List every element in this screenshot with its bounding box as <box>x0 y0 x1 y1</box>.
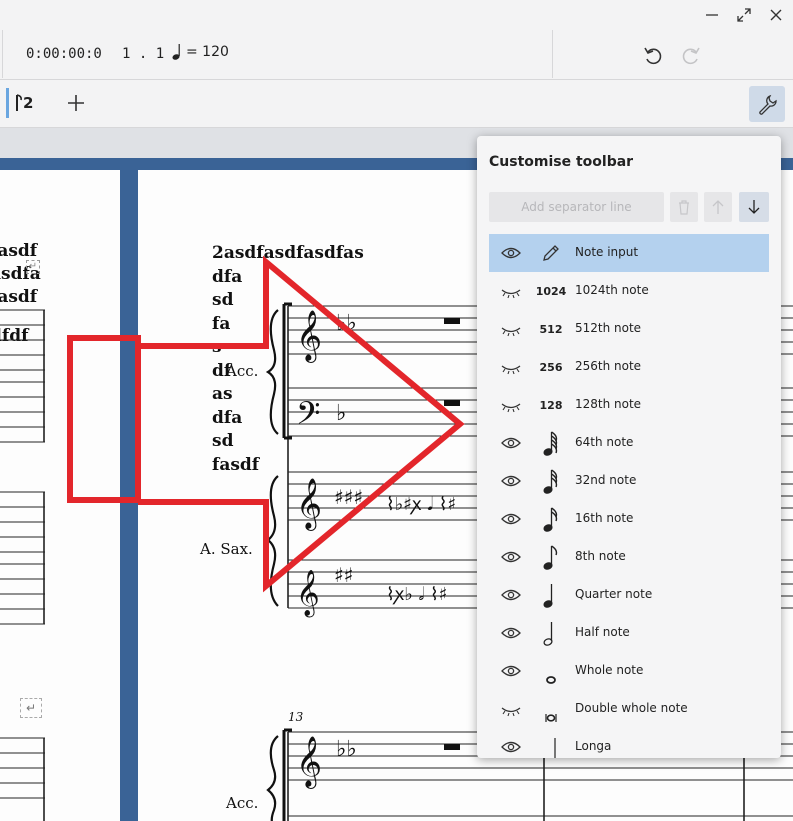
arrow-down-icon <box>748 200 760 214</box>
toolbar-item-row[interactable]: Longa <box>489 728 769 758</box>
note-duration-icon: 512 <box>539 322 563 336</box>
svg-text:♭♭: ♭♭ <box>336 737 357 762</box>
eye-icon[interactable] <box>501 245 521 261</box>
wrench-icon <box>759 94 777 115</box>
title-bar <box>0 0 793 30</box>
toolbar-item-label: 1024th note <box>575 283 649 297</box>
move-up-button[interactable] <box>704 192 732 222</box>
eye-icon[interactable] <box>501 511 521 527</box>
toolbar-item-label: Whole note <box>575 663 644 677</box>
note-duration-icon: 1024 <box>535 284 567 298</box>
popup-title: Customise toolbar <box>489 154 634 170</box>
minimize-icon[interactable] <box>700 4 724 26</box>
trash-icon <box>679 200 689 215</box>
toolbar-item-label: 512th note <box>575 321 642 335</box>
flag-3-icon <box>535 462 567 500</box>
flag-1-icon <box>535 538 567 576</box>
toolbar-item-label: 64th note <box>575 435 634 449</box>
flag-4-icon <box>535 424 567 462</box>
toolbar-item-row[interactable]: Double whole note <box>489 690 769 728</box>
svg-text:𝄞: 𝄞 <box>296 310 322 363</box>
redo-icon[interactable] <box>678 42 704 68</box>
arrow-up-icon <box>712 200 724 214</box>
move-down-button[interactable] <box>739 192 769 222</box>
position-display: 1 . 1 <box>122 46 165 62</box>
add-separator-button[interactable]: Add separator line <box>489 192 664 222</box>
tempo-value: = 120 <box>186 44 229 60</box>
maximize-icon[interactable] <box>732 4 756 26</box>
svg-text:𝄞: 𝄞 <box>296 570 320 618</box>
toolbar-separator <box>2 30 3 78</box>
pencil-icon <box>535 234 567 272</box>
toolbar-separator <box>552 30 553 78</box>
line-break-icon: ↵ <box>20 698 42 718</box>
toolbar-item-row[interactable]: 1024 1024th note <box>489 272 769 310</box>
eye-closed-icon[interactable] <box>501 701 521 717</box>
toolbar-item-label: 32nd note <box>575 473 637 487</box>
toolbar-item-label: 16th note <box>575 511 634 525</box>
delete-button[interactable] <box>670 192 698 222</box>
toolbar-item-list[interactable]: Note input 1024 1024th note 512 512th note 25… <box>489 234 769 758</box>
whole-icon <box>535 652 567 690</box>
eye-closed-icon[interactable] <box>501 283 521 299</box>
toolbar-item-label: Note input <box>575 245 639 259</box>
toolbar-item-row[interactable]: Quarter note <box>489 576 769 614</box>
voice-2-button[interactable]: 2 <box>6 88 40 118</box>
time-display: 0:00:00:0 <box>26 46 102 62</box>
undo-icon[interactable] <box>640 42 666 68</box>
toolbar-item-row[interactable]: Half note <box>489 614 769 652</box>
eye-icon[interactable] <box>501 625 521 641</box>
customise-toolbar-button[interactable] <box>749 86 785 122</box>
add-icon[interactable] <box>62 88 90 118</box>
breve-icon <box>535 690 567 728</box>
note-input-toolbar: 2 <box>0 80 793 128</box>
toolbar-item-row[interactable]: 32nd note <box>489 462 769 500</box>
quarter-icon <box>535 576 567 614</box>
tempo-display[interactable]: = 120 <box>172 42 229 62</box>
toolbar-item-label: 256th note <box>575 359 642 373</box>
customise-toolbar-popup: Customise toolbar Add separator line Not… <box>477 136 781 758</box>
svg-text:𝄞: 𝄞 <box>296 478 322 531</box>
playback-toolbar: 0:00:00:0 1 . 1 = 120 <box>0 30 793 80</box>
half-icon <box>535 614 567 652</box>
toolbar-item-label: Quarter note <box>575 587 653 601</box>
toolbar-item-row[interactable]: Whole note <box>489 652 769 690</box>
longa-icon <box>535 728 567 758</box>
toolbar-item-row[interactable]: 512 512th note <box>489 310 769 348</box>
close-icon[interactable] <box>764 4 788 26</box>
arrow-annotation-left <box>67 335 141 503</box>
toolbar-item-row[interactable]: 64th note <box>489 424 769 462</box>
toolbar-item-label: 128th note <box>575 397 642 411</box>
toolbar-item-row[interactable]: 8th note <box>489 538 769 576</box>
note-duration-icon: 128 <box>539 398 563 412</box>
toolbar-item-row[interactable]: Note input <box>489 234 769 272</box>
toolbar-item-row[interactable]: 128 128th note <box>489 386 769 424</box>
toolbar-item-label: Longa <box>575 739 612 753</box>
svg-text:𝄞: 𝄞 <box>296 736 322 789</box>
svg-text:⌇ꭗ♭ 𝅗𝅥 ⌇♯: ⌇ꭗ♭ 𝅗𝅥 ⌇♯ <box>386 584 448 605</box>
eye-icon[interactable] <box>501 587 521 603</box>
flag-2-icon <box>535 500 567 538</box>
voice-icon <box>16 94 22 111</box>
toolbar-item-label: Half note <box>575 625 630 639</box>
eye-closed-icon[interactable] <box>501 397 521 413</box>
svg-text:𝄢: 𝄢 <box>296 395 320 439</box>
toolbar-item-row[interactable]: 256 256th note <box>489 348 769 386</box>
svg-text:♭: ♭ <box>336 401 346 426</box>
note-duration-icon: 256 <box>539 360 563 374</box>
svg-text:♯♯: ♯♯ <box>334 563 353 587</box>
eye-icon[interactable] <box>501 473 521 489</box>
voice-label: 2 <box>23 94 34 112</box>
toolbar-item-label: Double whole note <box>575 701 688 715</box>
eye-icon[interactable] <box>501 435 521 451</box>
eye-icon[interactable] <box>501 739 521 755</box>
eye-icon[interactable] <box>501 663 521 679</box>
eye-closed-icon[interactable] <box>501 321 521 337</box>
toolbar-item-row[interactable]: 16th note <box>489 500 769 538</box>
eye-icon[interactable] <box>501 549 521 565</box>
eye-closed-icon[interactable] <box>501 359 521 375</box>
quarter-note-icon <box>172 44 180 60</box>
toolbar-item-label: 8th note <box>575 549 626 563</box>
svg-text:⌇♭♯ꭗ 𝅘𝅥 ⌇♯: ⌇♭♯ꭗ 𝅘𝅥 ⌇♯ <box>386 494 456 515</box>
